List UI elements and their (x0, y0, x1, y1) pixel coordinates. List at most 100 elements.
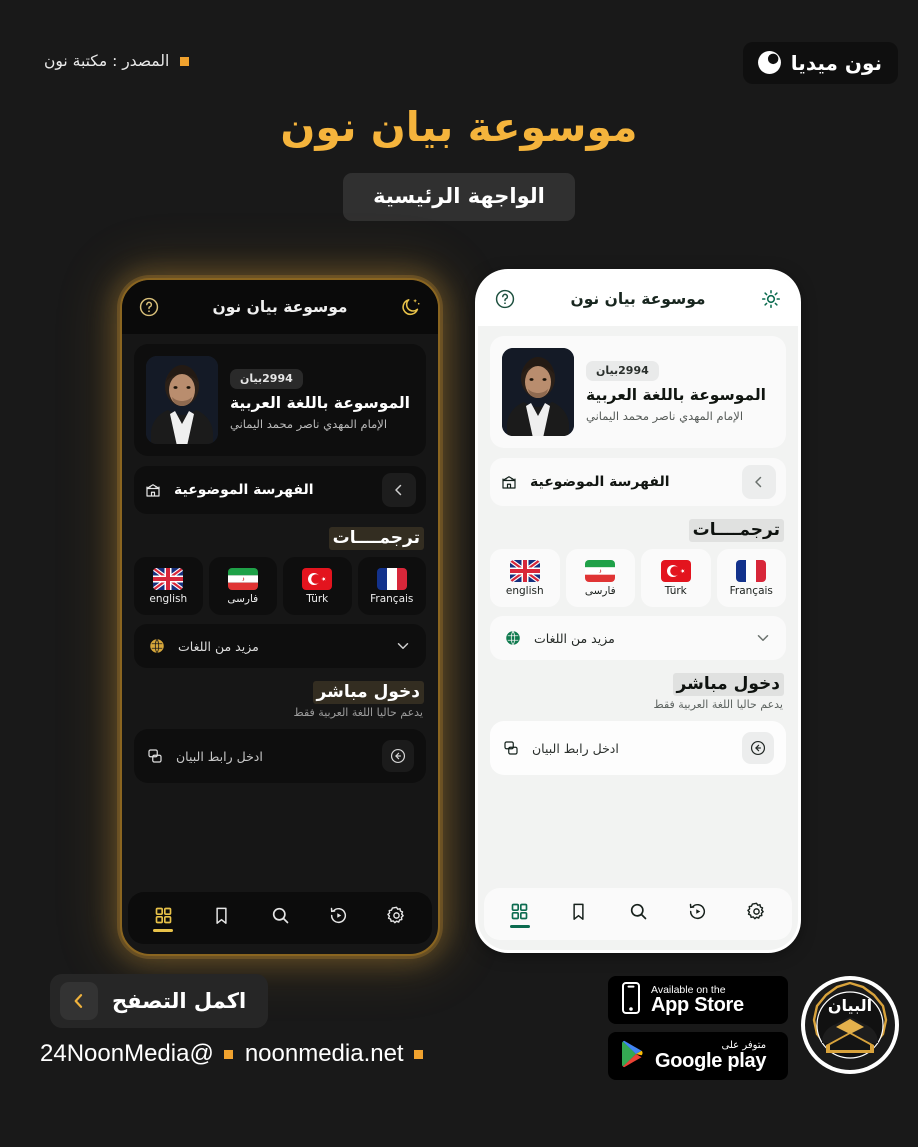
lang-tile-english[interactable]: english (490, 549, 560, 607)
title-block: موسوعة بيان نون الواجهة الرئيسية (0, 103, 918, 222)
handle-item-24noonmedia[interactable]: @24NoonMedia (40, 1040, 233, 1068)
hero-text-dark: 2994بيان الموسوعة باللغة العربية الإمام … (230, 369, 414, 431)
nav-settings-button[interactable] (374, 905, 420, 932)
bayan-count-chip: 2994بيان (230, 369, 303, 389)
crescent-circle-icon (757, 50, 782, 75)
bottom-nav-dark (128, 892, 432, 944)
lang-label: Français (729, 584, 773, 597)
link-copy-icon (502, 739, 520, 757)
nav-settings-button[interactable] (733, 901, 779, 928)
more-languages-lead: مزيد من اللغات (504, 629, 615, 647)
index-row-label: الفهرسة الموضوعية (530, 474, 670, 490)
googleplay-badge[interactable]: متوفر على Google play (608, 1032, 788, 1080)
globe-icon (504, 629, 522, 647)
nav-underline (687, 925, 707, 928)
chevron-left-icon[interactable] (742, 465, 776, 499)
nav-underline (387, 929, 407, 932)
flag-iran-icon (585, 559, 616, 582)
appstore-badge[interactable]: Available on the App Store (608, 976, 788, 1024)
nav-history-button[interactable] (674, 901, 720, 928)
lang-label: فارسی (227, 592, 259, 605)
lang-tile-turk[interactable]: Türk (641, 549, 711, 607)
flags-row-light: Français Türk فارسی english (490, 549, 786, 607)
chevron-down-icon[interactable] (394, 637, 412, 655)
nav-underline (270, 929, 290, 932)
continue-browsing-label: اكمل التصفح (112, 989, 247, 1013)
hero-title: الموسوعة باللغة العربية (230, 394, 410, 412)
app-header-light: موسوعة بيان نون (478, 272, 798, 326)
more-languages-lead: مزيد من اللغات (148, 637, 259, 655)
bullet-square-icon (223, 1049, 233, 1059)
handle-text: noonmedia.net (244, 1040, 404, 1067)
index-row-lead: الفهرسة الموضوعية (500, 473, 670, 491)
app-title-dark: موسوعة بيان نون (212, 298, 348, 316)
top-bar: نون ميديا المصدر : مكتبة نون (0, 0, 918, 100)
theme-toggle-sun-button[interactable] (760, 288, 782, 310)
lang-tile-farsi[interactable]: فارسی (208, 557, 277, 615)
more-languages-row-light[interactable]: مزيد من اللغات (490, 616, 786, 660)
app-title-light: موسوعة بيان نون (570, 290, 706, 308)
phone-dark-theme: موسوعة بيان نون 2994بيان الموسوعة باللغة… (120, 278, 440, 956)
direct-heading-light: دخول مباشر (490, 673, 786, 696)
translations-heading-light: ترجمــــات (490, 519, 786, 542)
arrow-left-circle-icon[interactable] (382, 740, 414, 772)
direct-heading-text: دخول مباشر (672, 673, 784, 696)
lang-tile-turk[interactable]: Türk (283, 557, 352, 615)
flags-row-dark: Français Türk فارسی english (134, 557, 426, 615)
store-badges: Available on the App Store متوفر على Goo… (608, 976, 788, 1080)
bayan-link-placeholder: ادخل رابط البيان (532, 740, 619, 756)
google-play-triangle-icon (620, 1040, 646, 1072)
chevron-left-icon[interactable] (60, 982, 98, 1020)
portrait-avatar (146, 356, 218, 444)
translations-heading-text: ترجمــــات (328, 527, 424, 550)
lang-tile-francais[interactable]: Français (716, 549, 786, 607)
nav-grid-button[interactable] (497, 901, 543, 928)
flag-france-icon (736, 559, 767, 582)
bottom-nav-light (484, 888, 792, 940)
index-row-light[interactable]: الفهرسة الموضوعية (490, 458, 786, 506)
hero-title: الموسوعة باللغة العربية (586, 386, 766, 404)
question-circle-icon[interactable] (494, 288, 516, 310)
more-languages-row-dark[interactable]: مزيد من اللغات (134, 624, 426, 668)
link-copy-icon (146, 747, 164, 765)
theme-toggle-moon-button[interactable] (400, 296, 422, 318)
bayan-seal-logo: البيان (800, 975, 900, 1075)
question-circle-icon[interactable] (138, 296, 160, 318)
flag-iran-icon (227, 567, 258, 590)
bayan-link-lead: ادخل رابط البيان (502, 739, 619, 757)
bullet-square-icon (180, 56, 190, 66)
nav-search-button[interactable] (257, 905, 303, 932)
flag-uk-icon (509, 559, 540, 582)
flag-turkey-icon (302, 567, 333, 590)
nav-history-button[interactable] (315, 905, 361, 932)
bullet-square-icon (413, 1049, 423, 1059)
appstore-text: Available on the App Store (651, 985, 744, 1016)
continue-browsing-button[interactable]: اكمل التصفح (50, 974, 269, 1028)
hero-card-light[interactable]: 2994بيان الموسوعة باللغة العربية الإمام … (490, 336, 786, 448)
flag-turkey-icon (660, 559, 691, 582)
nav-active-underline (153, 928, 174, 932)
lang-tile-francais[interactable]: Français (357, 557, 426, 615)
flag-uk-icon (153, 567, 184, 590)
lang-tile-english[interactable]: english (134, 557, 203, 615)
nav-bookmark-button[interactable] (556, 901, 602, 928)
hero-card-dark[interactable]: 2994بيان الموسوعة باللغة العربية الإمام … (134, 344, 426, 456)
index-row-label: الفهرسة الموضوعية (174, 482, 314, 498)
arrow-left-circle-icon[interactable] (742, 732, 774, 764)
nav-bookmark-button[interactable] (199, 905, 245, 932)
source-label-group: المصدر : مكتبة نون (44, 52, 190, 70)
bayan-link-lead: ادخل رابط البيان (146, 747, 263, 765)
archive-index-icon (500, 473, 518, 491)
lang-tile-farsi[interactable]: فارسی (565, 549, 635, 607)
chevron-left-icon[interactable] (382, 473, 416, 507)
source-label: المصدر : مكتبة نون (44, 52, 170, 70)
chevron-down-icon[interactable] (754, 629, 772, 647)
bayan-link-input-light[interactable]: ادخل رابط البيان (490, 721, 786, 775)
appstore-big-label: App Store (651, 994, 744, 1017)
handle-item-noonmedia-net[interactable]: noonmedia.net (245, 1040, 423, 1068)
bayan-link-input-dark[interactable]: ادخل رابط البيان (134, 729, 426, 783)
googleplay-big-label: Google play (655, 1050, 767, 1072)
nav-search-button[interactable] (615, 901, 661, 928)
nav-grid-button[interactable] (140, 905, 186, 932)
index-row-dark[interactable]: الفهرسة الموضوعية (134, 466, 426, 514)
